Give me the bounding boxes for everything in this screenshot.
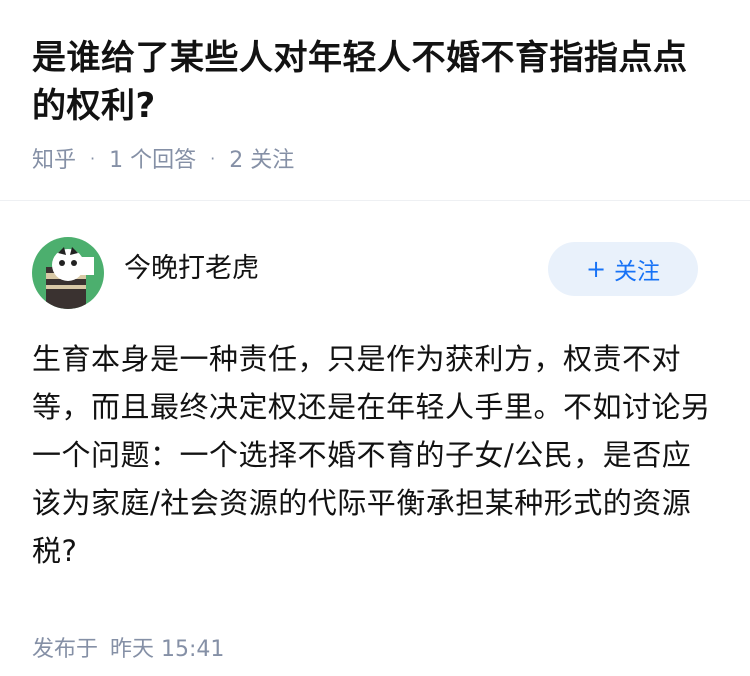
- publish-info: 发布于 昨天 15:41: [32, 631, 718, 663]
- author-name[interactable]: 今晚打老虎: [124, 246, 259, 285]
- question-meta: 知乎 · 1 个回答 · 2 关注: [32, 142, 718, 174]
- followers-count[interactable]: 2 关注: [229, 142, 294, 174]
- published-time: 昨天 15:41: [110, 637, 225, 662]
- meta-separator: ·: [210, 148, 216, 168]
- section-divider: [0, 200, 750, 201]
- published-label: 发布于: [32, 637, 99, 662]
- answer-card: 今晚打老虎 + 关注 生育本身是一种责任，只是作为获利方，权责不对等，而且最终决…: [0, 233, 750, 663]
- avatar[interactable]: [32, 237, 104, 309]
- follow-button[interactable]: + 关注: [548, 242, 698, 296]
- answer-text: 生育本身是一种责任，只是作为获利方，权责不对等，而且最终决定权还是在年轻人手里。…: [32, 342, 711, 568]
- plus-icon: +: [585, 255, 607, 283]
- question-header: 是谁给了某些人对年轻人不婚不育指指点点的权利? 知乎 · 1 个回答 · 2 关…: [0, 0, 750, 174]
- follow-button-label: 关注: [614, 259, 661, 285]
- answer-content[interactable]: 生育本身是一种责任，只是作为获利方，权责不对等，而且最终决定权还是在年轻人手里。…: [32, 335, 718, 575]
- source-label[interactable]: 知乎: [32, 142, 76, 174]
- answers-count[interactable]: 1 个回答: [109, 142, 196, 174]
- meta-separator: ·: [90, 148, 96, 168]
- avatar-image-icon: [32, 237, 104, 309]
- author-row: 今晚打老虎 + 关注: [32, 233, 718, 313]
- question-title[interactable]: 是谁给了某些人对年轻人不婚不育指指点点的权利?: [32, 34, 718, 130]
